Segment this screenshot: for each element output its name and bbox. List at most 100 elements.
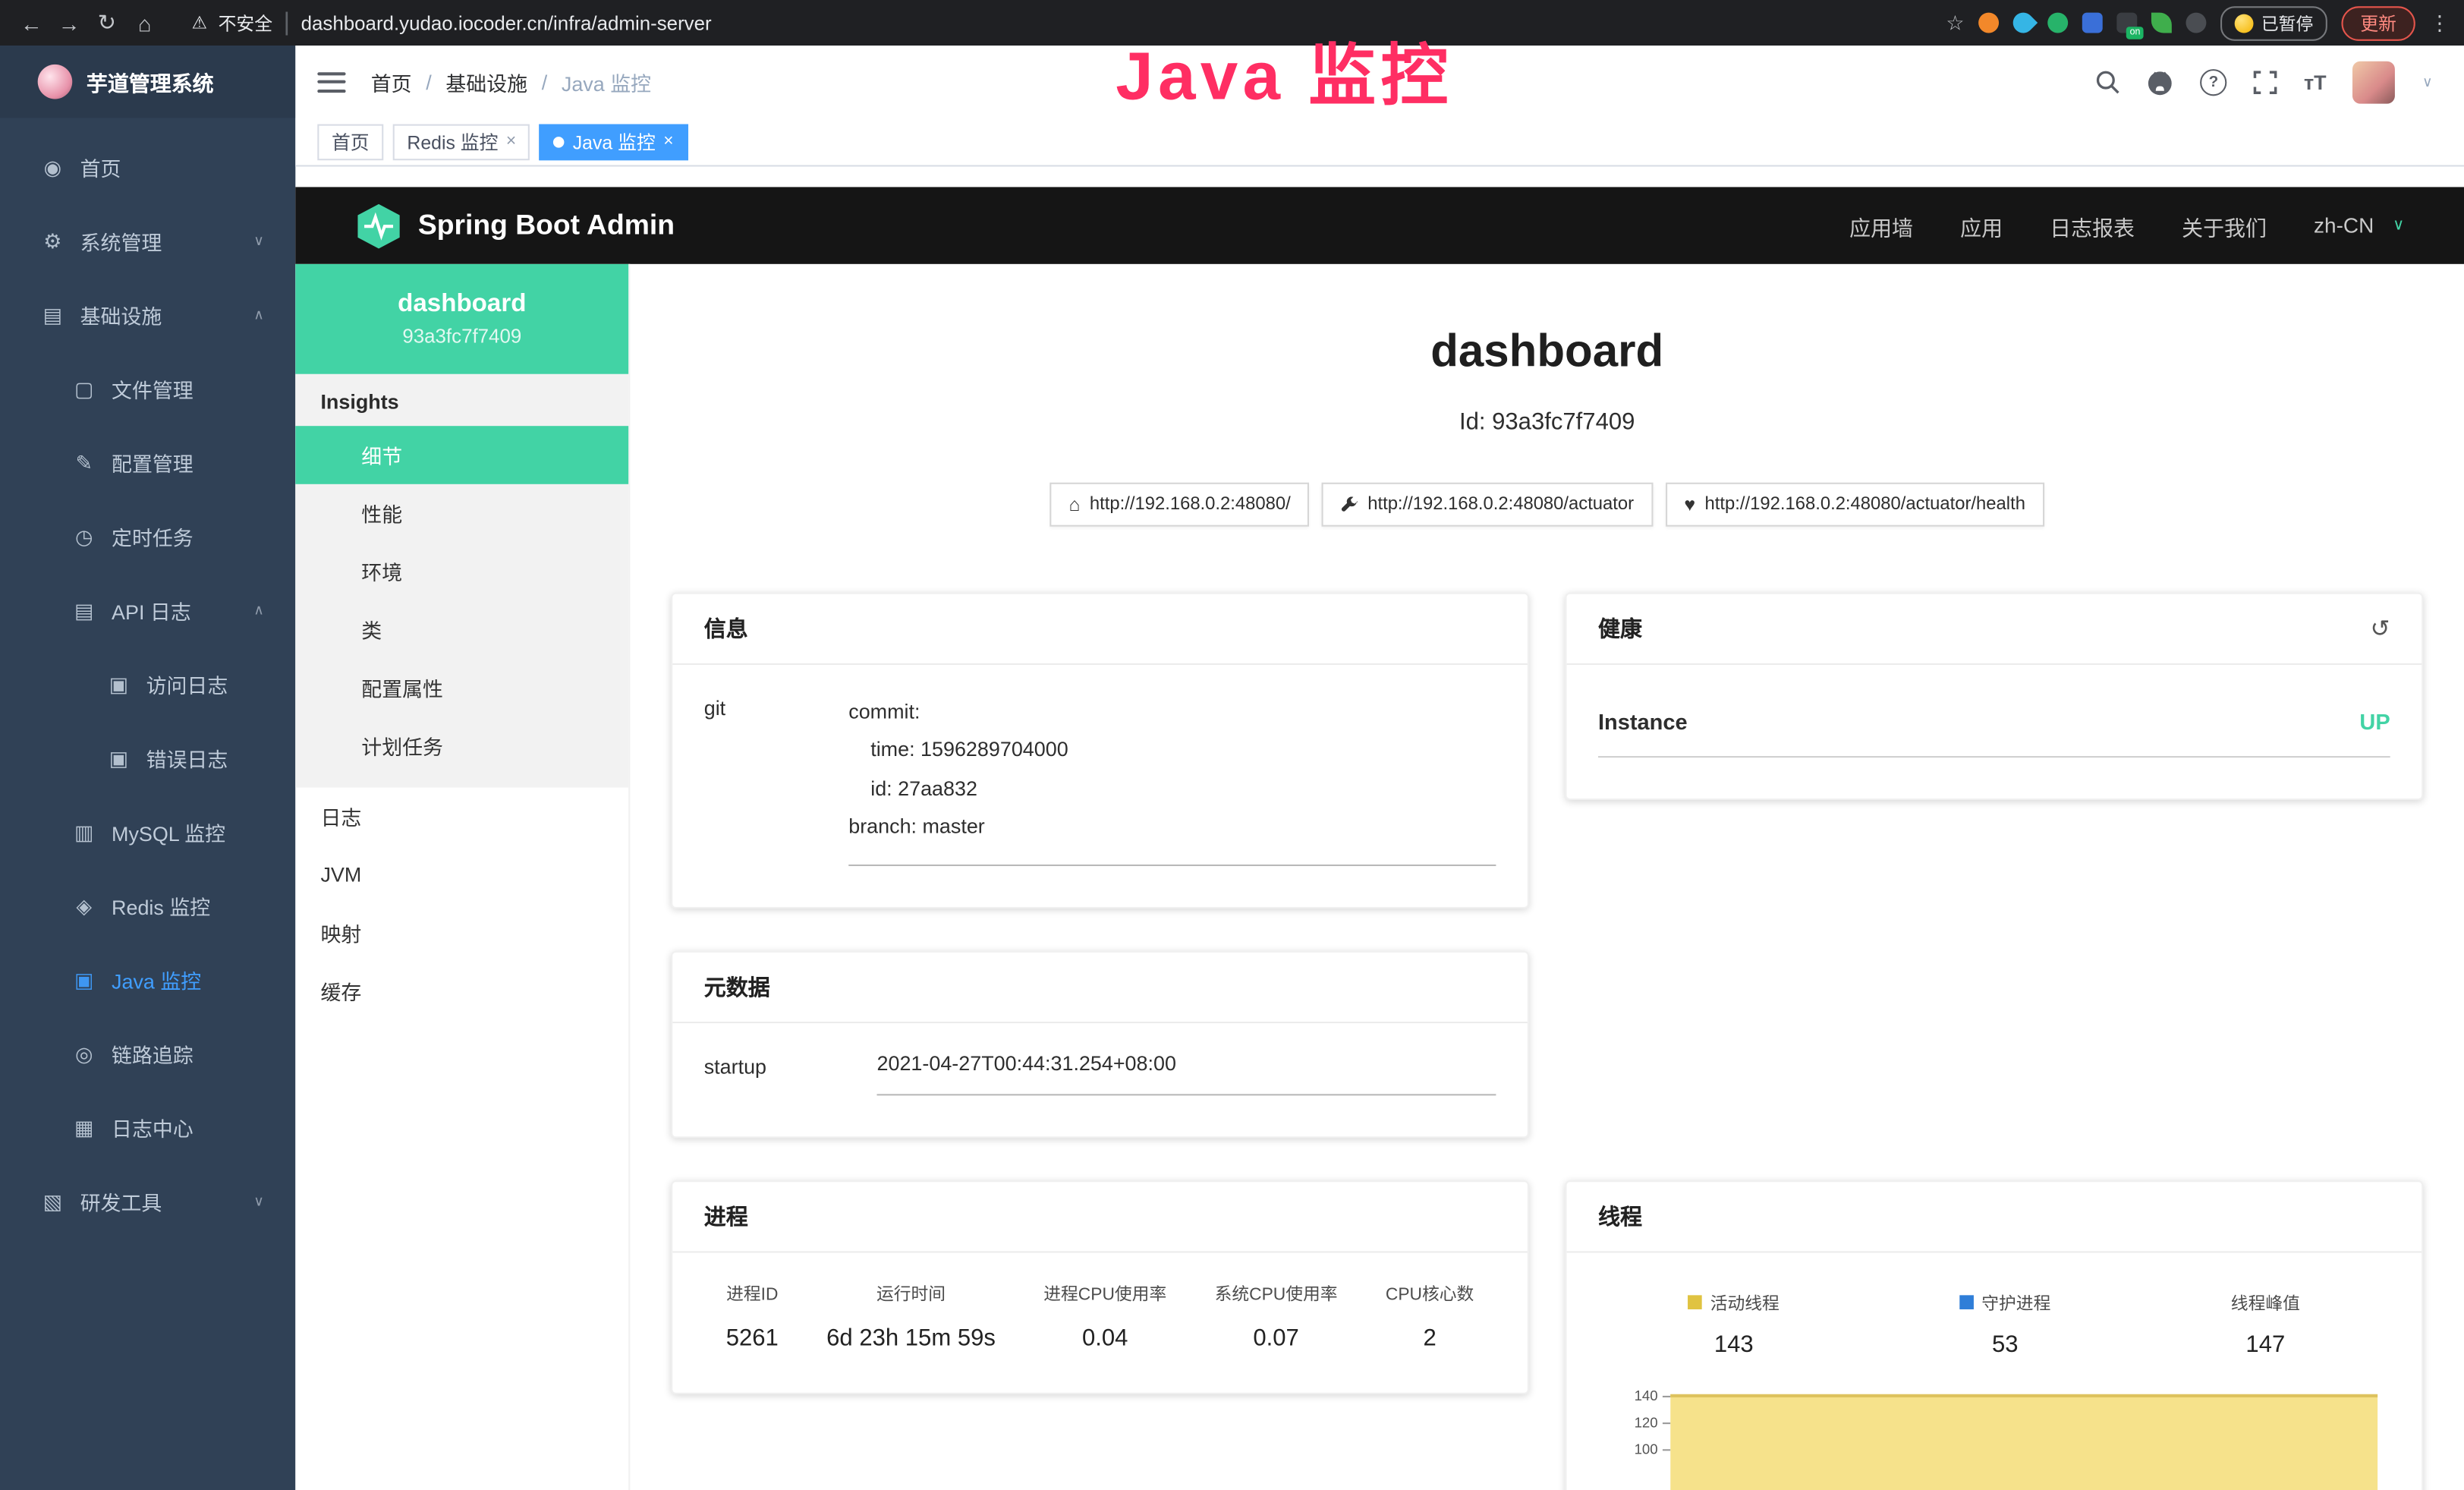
tab-home[interactable]: 首页 bbox=[317, 124, 383, 160]
help-icon[interactable]: ? bbox=[2200, 68, 2226, 95]
process-value: 6d 23h 15m 59s bbox=[826, 1325, 996, 1351]
chevron-down-icon: ∨ bbox=[253, 232, 264, 250]
sidebar-item-config-management[interactable]: ✎配置管理 bbox=[0, 426, 295, 499]
threads-legend: 活动线程 143 守护进程 53 线程峰值 147 bbox=[1598, 1281, 2390, 1357]
service-url-button[interactable]: ⌂ http://192.168.0.2:48080/ bbox=[1050, 484, 1310, 528]
hamburger-icon[interactable] bbox=[317, 71, 345, 92]
sidebar-item-file-management[interactable]: ▢文件管理 bbox=[0, 352, 295, 426]
extension-icon-drop[interactable] bbox=[2009, 8, 2038, 37]
health-row-instance[interactable]: Instance UP bbox=[1598, 694, 2390, 758]
service-url-label: http://192.168.0.2:48080/ bbox=[1090, 496, 1291, 515]
bookmark-star-icon[interactable]: ☆ bbox=[1946, 10, 1964, 35]
log-icon: ▤ bbox=[72, 598, 96, 623]
browser-menu-icon[interactable]: ⋮ bbox=[2429, 10, 2448, 35]
address-bar[interactable]: ⚠ 不安全 dashboard.yudao.iocoder.cn/infra/a… bbox=[192, 8, 712, 36]
sidebar-item-log-center[interactable]: ▦日志中心 bbox=[0, 1091, 295, 1164]
update-button[interactable]: 更新 bbox=[2341, 5, 2415, 40]
process-col-pid: 进程ID5261 bbox=[726, 1281, 779, 1351]
screen: ← → ↻ ⌂ ⚠ 不安全 dashboard.yudao.iocoder.cn… bbox=[0, 0, 2464, 1490]
sidebar-item-label: MySQL 监控 bbox=[112, 817, 225, 847]
sba-locale-select[interactable]: zh-CN bbox=[2314, 214, 2374, 238]
forward-icon[interactable]: → bbox=[53, 10, 84, 35]
sidebar-item-api-logs[interactable]: ▤API 日志∧ bbox=[0, 574, 295, 647]
sidebar-item-mysql-monitor[interactable]: ▥MySQL 监控 bbox=[0, 795, 295, 869]
sidebar-item-home[interactable]: ◉首页 bbox=[0, 131, 295, 204]
sba-brand[interactable]: Spring Boot Admin bbox=[355, 202, 675, 249]
sba-nav-about[interactable]: 关于我们 bbox=[2182, 209, 2267, 241]
legend-peak-threads: 线程峰值 147 bbox=[2231, 1290, 2300, 1357]
sidebar-item-system-management[interactable]: ⚙系统管理∨ bbox=[0, 204, 295, 278]
sidebar-item-infrastructure[interactable]: ▤基础设施∧ bbox=[0, 279, 295, 352]
close-icon[interactable] bbox=[663, 132, 673, 151]
sba-item-details[interactable]: 细节 bbox=[295, 426, 628, 484]
extension-icon-grid[interactable] bbox=[2082, 13, 2103, 33]
breadcrumb-infrastructure[interactable]: 基础设施 bbox=[445, 67, 527, 96]
sidebar-item-dev-tools[interactable]: ▧研发工具∨ bbox=[0, 1164, 295, 1238]
not-secure-warning-icon[interactable]: ⚠ bbox=[192, 13, 207, 33]
breadcrumb-home[interactable]: 首页 bbox=[371, 67, 412, 96]
extension-icon-leaf[interactable] bbox=[2151, 13, 2172, 33]
sba-item-logs[interactable]: 日志 bbox=[295, 787, 628, 846]
home-icon: ⌂ bbox=[1068, 494, 1080, 516]
sidebar-item-scheduled-tasks[interactable]: ◷定时任务 bbox=[0, 500, 295, 574]
extension-icon-green[interactable] bbox=[2047, 13, 2068, 33]
sba-item-mappings[interactable]: 映射 bbox=[295, 904, 628, 962]
extension-icon-orange[interactable] bbox=[1978, 13, 1999, 33]
edit-icon: ✎ bbox=[72, 450, 96, 475]
sidebar-item-access-logs[interactable]: ▣访问日志 bbox=[0, 647, 295, 721]
browser-home-icon[interactable]: ⌂ bbox=[129, 10, 160, 35]
app-logo[interactable]: 芋道管理系统 bbox=[0, 46, 295, 118]
extension-icon-paw[interactable] bbox=[2186, 13, 2206, 33]
search-icon[interactable] bbox=[2095, 69, 2120, 94]
fullscreen-icon[interactable] bbox=[2254, 70, 2277, 93]
gear-icon: ⚙ bbox=[41, 228, 65, 254]
back-icon[interactable]: ← bbox=[16, 10, 47, 35]
actuator-url-button[interactable]: http://192.168.0.2:48080/actuator bbox=[1322, 484, 1653, 528]
close-icon[interactable] bbox=[506, 132, 516, 151]
sba-item-jvm[interactable]: JVM bbox=[295, 846, 628, 904]
process-table: 进程ID5261 运行时间6d 23h 15m 59s 进程CPU使用率0.04… bbox=[704, 1281, 1496, 1351]
sidebar-item-label: 研发工具 bbox=[80, 1186, 162, 1216]
paused-badge[interactable]: 已暂停 bbox=[2220, 5, 2327, 40]
browser-actions: ☆ on 已暂停 更新 ⋮ bbox=[1946, 5, 2448, 40]
sidebar-item-label: 错误日志 bbox=[146, 743, 228, 773]
github-icon[interactable] bbox=[2147, 68, 2173, 95]
font-size-icon[interactable]: тT bbox=[2304, 70, 2327, 93]
sba-item-scheduled-tasks[interactable]: 计划任务 bbox=[295, 717, 628, 775]
chart-plot-area bbox=[1670, 1382, 2377, 1490]
live-threads-area bbox=[1670, 1394, 2377, 1490]
process-col-uptime: 运行时间6d 23h 15m 59s bbox=[826, 1281, 996, 1351]
sidebar-item-label: Java 监控 bbox=[112, 965, 201, 994]
git-commit-line: commit: bbox=[848, 694, 1496, 732]
git-time-line: time: 1596289704000 bbox=[848, 732, 1496, 770]
sba-nav-wallboard[interactable]: 应用墙 bbox=[1849, 209, 1913, 241]
actuator-url-label: http://192.168.0.2:48080/actuator bbox=[1367, 496, 1634, 515]
sba-nav-journal[interactable]: 日志报表 bbox=[2050, 209, 2135, 241]
sba-item-metrics[interactable]: 性能 bbox=[295, 484, 628, 543]
reload-icon[interactable]: ↻ bbox=[91, 9, 122, 36]
history-icon[interactable]: ↺ bbox=[2371, 616, 2390, 644]
user-avatar[interactable] bbox=[2353, 61, 2396, 103]
tab-redis-monitor[interactable]: Redis 监控 bbox=[393, 124, 530, 160]
avatar-caret-icon[interactable]: ∨ bbox=[2422, 73, 2433, 90]
health-url-button[interactable]: ♥ http://192.168.0.2:48080/actuator/heal… bbox=[1666, 484, 2044, 528]
sidebar-menu: ◉首页 ⚙系统管理∨ ▤基础设施∧ ▢文件管理 ✎配置管理 ◷定时任务 ▤API… bbox=[0, 118, 295, 1238]
legend-label: 守护进程 bbox=[1981, 1290, 2050, 1315]
sba-item-config-props[interactable]: 配置属性 bbox=[295, 659, 628, 717]
instance-header[interactable]: dashboard 93a3fc7f7409 bbox=[295, 264, 628, 374]
redis-icon: ◈ bbox=[72, 893, 96, 918]
instance-name: dashboard bbox=[398, 291, 526, 319]
tab-java-monitor[interactable]: Java 监控 bbox=[540, 124, 688, 160]
sba-item-environment[interactable]: 环境 bbox=[295, 542, 628, 600]
metadata-card: 元数据 startup 2021-04-27T00:44:31.254+08:0… bbox=[671, 950, 1529, 1137]
sidebar-item-java-monitor[interactable]: ▣Java 监控 bbox=[0, 943, 295, 1016]
sba-nav-applications[interactable]: 应用 bbox=[1960, 209, 2003, 241]
extension-icon-vpn[interactable]: on bbox=[2116, 13, 2137, 33]
sidebar-item-error-logs[interactable]: ▣错误日志 bbox=[0, 721, 295, 795]
sba-item-classes[interactable]: 类 bbox=[295, 600, 628, 659]
log-center-icon: ▦ bbox=[72, 1115, 96, 1140]
y-tick-label: 100 bbox=[1635, 1441, 1658, 1457]
sidebar-item-redis-monitor[interactable]: ◈Redis 监控 bbox=[0, 869, 295, 943]
sidebar-item-tracing[interactable]: ◎链路追踪 bbox=[0, 1017, 295, 1091]
sba-item-caches[interactable]: 缓存 bbox=[295, 962, 628, 1020]
